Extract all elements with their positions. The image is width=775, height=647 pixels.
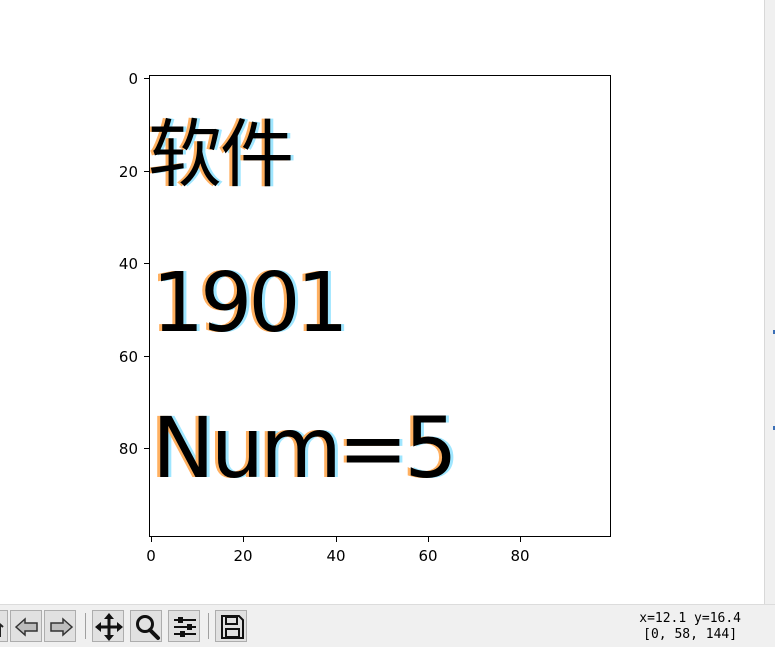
- configure-subplots-button[interactable]: [168, 610, 200, 642]
- image-text-line-3: Num=5: [152, 399, 458, 497]
- sliders-icon: [174, 617, 196, 637]
- navigation-toolbar: x=12.1 y=16.4 [0, 58, 144]: [0, 604, 775, 647]
- y-tick-mark: [144, 171, 149, 172]
- cursor-status-readout: x=12.1 y=16.4 [0, 58, 144]: [639, 611, 741, 643]
- home-icon: [0, 622, 4, 637]
- pan-button[interactable]: [92, 610, 124, 642]
- arrow-right-icon: [50, 617, 74, 637]
- x-tick-mark: [428, 537, 429, 542]
- image-text-line-2: 1901: [152, 256, 349, 351]
- move-icon: [95, 613, 123, 641]
- x-tick-label: 40: [326, 547, 346, 565]
- toolbar-separator: [208, 613, 209, 639]
- x-tick-mark: [336, 537, 337, 542]
- y-tick-label: 40: [118, 255, 138, 273]
- x-tick-mark: [520, 537, 521, 542]
- y-tick-label: 60: [118, 348, 138, 366]
- y-tick-mark: [144, 448, 149, 449]
- y-tick-mark: [144, 356, 149, 357]
- home-button[interactable]: [0, 610, 8, 642]
- x-tick-label: 80: [510, 547, 530, 565]
- y-tick-label: 0: [128, 70, 138, 88]
- y-tick-mark: [144, 263, 149, 264]
- pixel-value: [0, 58, 144]: [643, 627, 738, 642]
- zoom-button[interactable]: [130, 610, 162, 642]
- matplotlib-figure-window: 软件 1901 Num=5 0 20 40 60 80 0 20 40 60 8…: [0, 0, 775, 647]
- image-axes[interactable]: 软件 1901 Num=5: [149, 75, 611, 537]
- forward-button[interactable]: [44, 610, 76, 642]
- x-tick-label: 20: [233, 547, 253, 565]
- x-tick-label: 60: [418, 547, 438, 565]
- figure-canvas[interactable]: 软件 1901 Num=5 0 20 40 60 80 0 20 40 60 8…: [0, 0, 764, 604]
- y-tick-label: 20: [118, 163, 138, 181]
- cursor-coordinates: x=12.1 y=16.4: [639, 611, 741, 626]
- y-tick-label: 80: [118, 440, 138, 458]
- x-tick-label: 0: [146, 547, 156, 565]
- adjacent-window-edge: [764, 0, 775, 604]
- save-button[interactable]: [215, 610, 247, 642]
- floppy-disk-icon: [221, 615, 244, 639]
- arrow-left-icon: [14, 617, 38, 637]
- image-text-line-1: 软件: [149, 112, 294, 198]
- magnifier-icon: [136, 615, 160, 640]
- toolbar-separator: [85, 613, 86, 639]
- x-tick-mark: [243, 537, 244, 542]
- back-button[interactable]: [10, 610, 42, 642]
- x-tick-mark: [151, 537, 152, 542]
- y-tick-mark: [144, 78, 149, 79]
